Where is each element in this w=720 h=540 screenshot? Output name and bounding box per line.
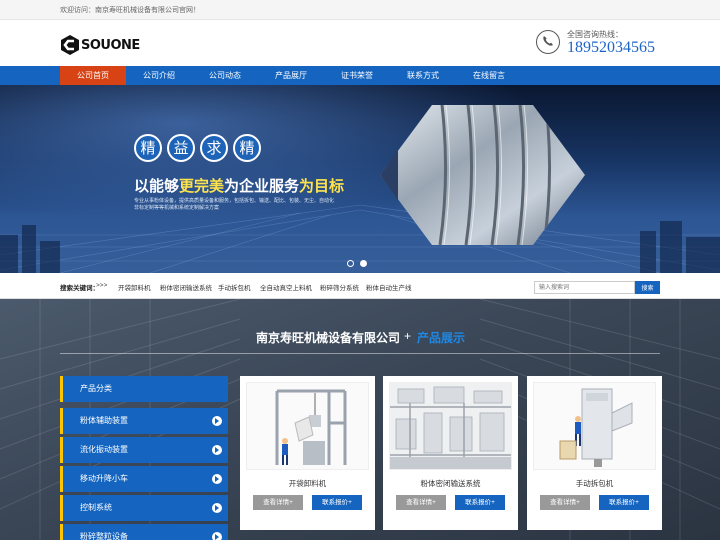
- category-item[interactable]: 粉碎整粒设备: [60, 524, 228, 540]
- keyword-link[interactable]: 手动拆包机: [218, 282, 251, 292]
- hero-banner[interactable]: 精 益 求 精 以能够更完美为企业服务为目标 专业从事粉体设备，提供高质量设备和…: [0, 85, 720, 273]
- keyword-bar: 搜索关键词： >>> 开袋卸料机 粉体密闭输送系统 手动拆包机 全自动真空上料机…: [0, 273, 720, 299]
- arrow-right-icon: [212, 503, 222, 513]
- product-card[interactable]: 开袋卸料机 查看详情+ 联系报价+: [240, 376, 375, 530]
- category-label: 流化振动装置: [80, 445, 128, 454]
- arrow-right-icon: [212, 445, 222, 455]
- keyword-link[interactable]: 粉体自动生产线: [366, 282, 412, 292]
- category-label: 移动升降小车: [80, 474, 128, 483]
- section-divider: [60, 353, 660, 354]
- get-quote-button[interactable]: 联系报价+: [455, 495, 505, 510]
- main-nav: 公司首页 公司介绍 公司动态 产品展厅 证书荣誉 联系方式 在线留言: [0, 66, 720, 85]
- view-details-button[interactable]: 查看详情+: [253, 495, 303, 510]
- banner-description: 非标定制等等机械和系统定制解决方案: [134, 205, 220, 211]
- view-details-button[interactable]: 查看详情+: [396, 495, 446, 510]
- product-image[interactable]: [246, 382, 369, 470]
- slogan-highlight: 为目标: [299, 178, 345, 195]
- banner-seal-char: 精: [134, 134, 162, 162]
- section-separator: +: [404, 329, 412, 343]
- keyword-link[interactable]: 全自动真空上料机: [260, 282, 312, 292]
- product-name[interactable]: 开袋卸料机: [240, 478, 375, 489]
- banner-seal-char: 求: [200, 134, 228, 162]
- nav-item-home[interactable]: 公司首页: [60, 66, 126, 85]
- category-item[interactable]: 控制系统: [60, 495, 228, 521]
- search-input[interactable]: [534, 281, 635, 294]
- hotline-number: 18952034565: [567, 39, 655, 56]
- phone-icon: [536, 30, 560, 54]
- keyword-link[interactable]: 粉体密闭输送系统: [160, 282, 212, 292]
- slide-dot-active[interactable]: [360, 260, 367, 267]
- logo-text: SOUONE: [81, 37, 140, 53]
- banner-description: 专业从事粉体设备，提供高质量设备和服务，包括拆包、输送、配比、包装、无尘、自动化: [134, 198, 335, 204]
- arrow-right-icon: [212, 532, 222, 540]
- nav-item-contact[interactable]: 联系方式: [390, 66, 456, 85]
- get-quote-button[interactable]: 联系报价+: [599, 495, 649, 510]
- product-image[interactable]: [533, 382, 656, 470]
- product-texture-image: [380, 105, 585, 245]
- arrow-right-icon: [212, 416, 222, 426]
- slogan-text: 为企业服务: [224, 178, 300, 195]
- product-card[interactable]: 手动拆包机 查看详情+ 联系报价+: [527, 376, 662, 530]
- slide-dot[interactable]: [347, 260, 354, 267]
- keyword-link[interactable]: 粉碎筛分系统: [320, 282, 359, 292]
- product-image[interactable]: [389, 382, 512, 470]
- top-bar: 欢迎访问：南京寿旺机械设备有限公司官网！: [0, 0, 720, 20]
- banner-seal-char: 精: [233, 134, 261, 162]
- logo[interactable]: SOUONE: [60, 35, 140, 55]
- arrow-right-icon: [212, 474, 222, 484]
- slogan-highlight: 更完美: [179, 178, 225, 195]
- get-quote-button[interactable]: 联系报价+: [312, 495, 362, 510]
- product-card[interactable]: 粉体密闭输送系统 查看详情+ 联系报价+: [383, 376, 518, 530]
- section-title: 南京寿旺机械设备有限公司: [256, 331, 401, 345]
- welcome-text: 欢迎访问：南京寿旺机械设备有限公司官网！: [60, 7, 200, 14]
- header: SOUONE 全国咨询热线： 18952034565: [0, 20, 720, 66]
- slogan-text: 以能够: [134, 178, 180, 195]
- nav-item-message[interactable]: 在线留言: [456, 66, 522, 85]
- category-label: 粉碎整粒设备: [80, 532, 128, 540]
- keyword-link[interactable]: 开袋卸料机: [118, 282, 151, 292]
- category-label: 控制系统: [80, 503, 112, 512]
- category-item[interactable]: 移动升降小车: [60, 466, 228, 492]
- nav-item-products[interactable]: 产品展厅: [258, 66, 324, 85]
- product-name[interactable]: 手动拆包机: [527, 478, 662, 489]
- nav-item-news[interactable]: 公司动态: [192, 66, 258, 85]
- category-item[interactable]: 粉体辅助装置: [60, 408, 228, 434]
- keyword-arrow: >>>: [96, 282, 108, 289]
- category-item[interactable]: 流化振动装置: [60, 437, 228, 463]
- view-details-button[interactable]: 查看详情+: [540, 495, 590, 510]
- section-subtitle: 产品展示: [417, 331, 466, 345]
- keyword-label: 搜索关键词：: [60, 285, 99, 292]
- nav-item-certificates[interactable]: 证书荣誉: [324, 66, 390, 85]
- category-header: 产品分类: [60, 376, 228, 402]
- logo-mark-icon: [60, 35, 80, 55]
- nav-item-about[interactable]: 公司介绍: [126, 66, 192, 85]
- banner-background-graphic: [0, 85, 720, 273]
- banner-slogan: 以能够更完美为企业服务为目标: [134, 175, 344, 196]
- banner-seal-char: 益: [167, 134, 195, 162]
- search-button[interactable]: 搜索: [635, 281, 660, 294]
- product-name[interactable]: 粉体密闭输送系统: [383, 478, 518, 489]
- category-label: 粉体辅助装置: [80, 416, 128, 425]
- products-section: 南京寿旺机械设备有限公司 + 产品展示 产品分类 粉体辅助装置 流化振动装置 移…: [0, 299, 720, 540]
